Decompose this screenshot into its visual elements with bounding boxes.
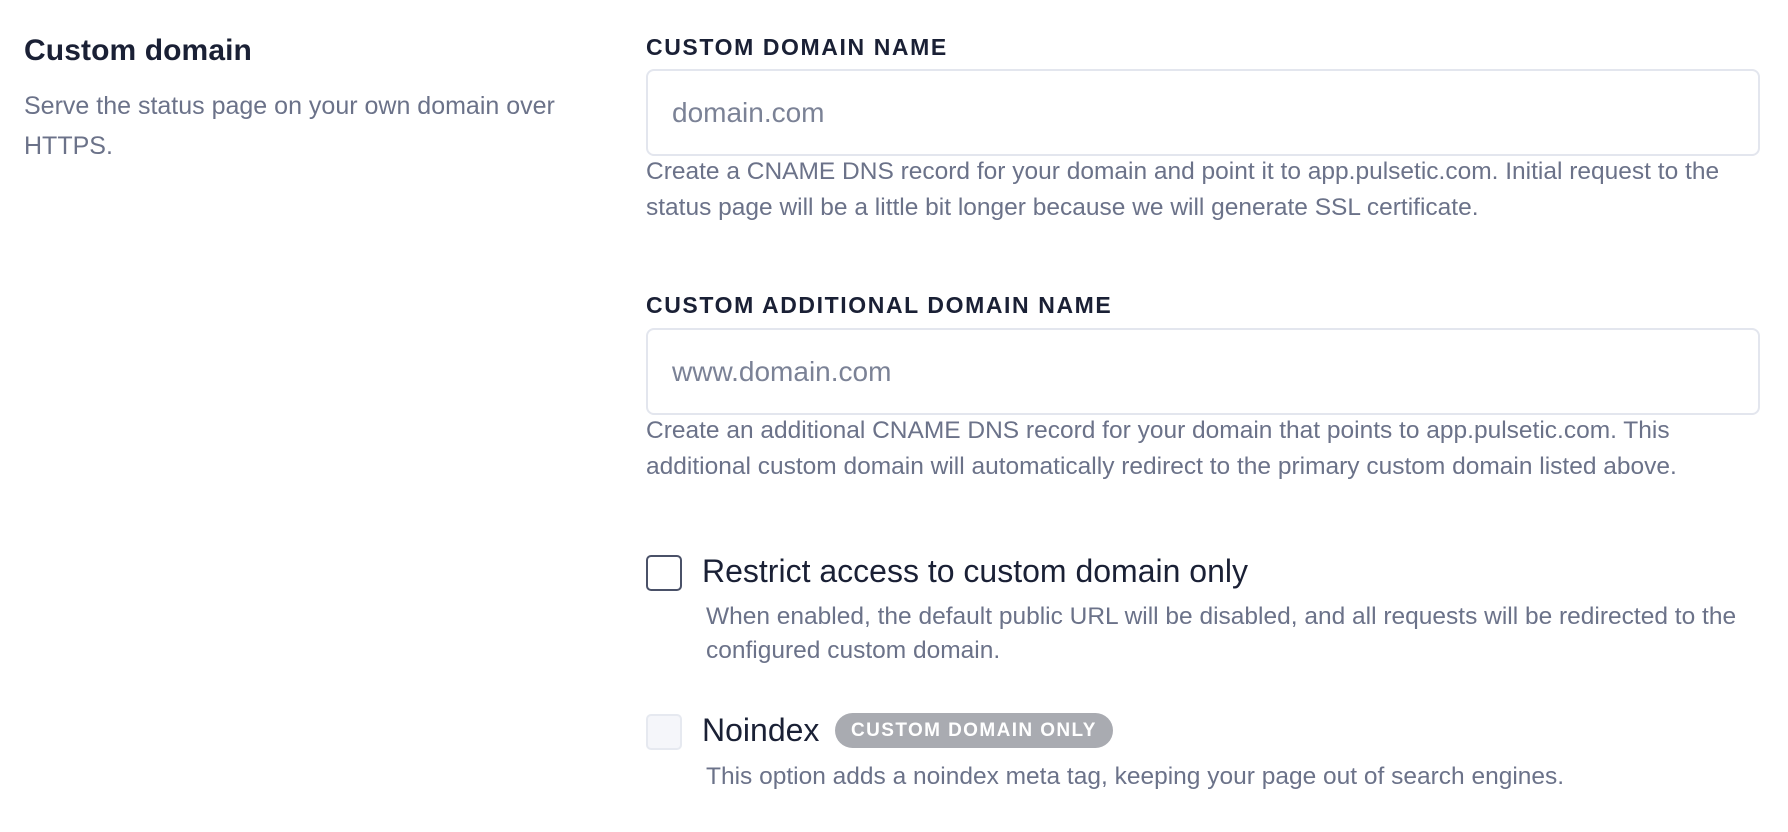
custom-domain-input[interactable] <box>646 69 1760 156</box>
custom-domain-only-badge: CUSTOM DOMAIN ONLY <box>835 713 1113 748</box>
restrict-access-help: When enabled, the default public URL wil… <box>706 603 1737 664</box>
section-description: Serve the status page on your own domain… <box>24 92 555 160</box>
restrict-access-checkbox[interactable] <box>646 555 682 591</box>
additional-domain-input[interactable] <box>646 328 1760 415</box>
custom-domain-label: CUSTOM DOMAIN NAME <box>646 34 948 60</box>
custom-domain-help: Create a CNAME DNS record for your domai… <box>646 158 1720 221</box>
restrict-access-label[interactable]: Restrict access to custom domain only <box>702 553 1248 590</box>
noindex-checkbox <box>646 714 682 750</box>
noindex-label: Noindex <box>702 712 820 748</box>
additional-domain-label: CUSTOM ADDITIONAL DOMAIN NAME <box>646 292 1113 318</box>
noindex-help: This option adds a noindex meta tag, kee… <box>706 763 1565 790</box>
section-title: Custom domain <box>24 34 252 67</box>
additional-domain-help: Create an additional CNAME DNS record fo… <box>646 417 1677 480</box>
